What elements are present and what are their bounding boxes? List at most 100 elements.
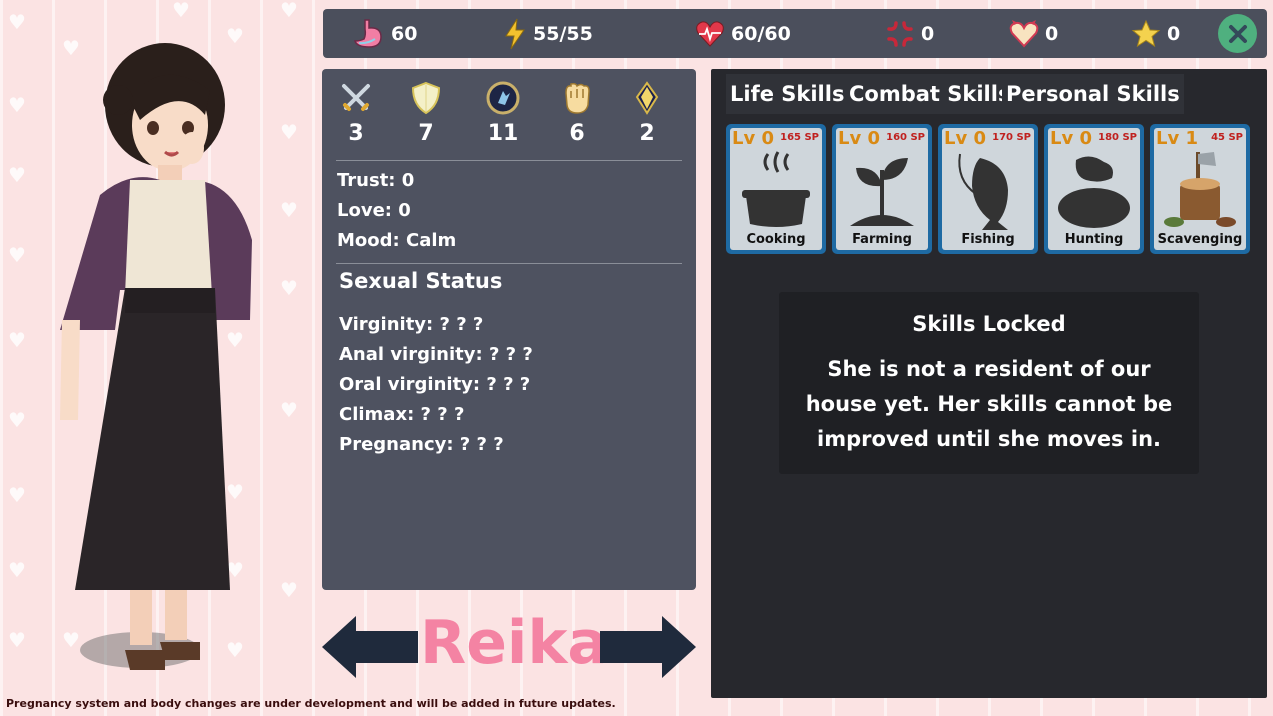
skill-cost: 165 SP <box>780 132 819 143</box>
skills-locked-notice: Skills Locked She is not a resident of o… <box>779 292 1199 474</box>
heart-icon: ♥ <box>8 163 26 187</box>
skill-level: Lv 0 <box>944 128 986 149</box>
health-heart-icon <box>696 20 724 47</box>
previous-character-button[interactable] <box>322 616 418 678</box>
agility-value: 11 <box>487 121 519 146</box>
skill-name: Cooking <box>746 232 806 247</box>
skill-level: Lv 0 <box>838 128 880 149</box>
favor-stat: 0 <box>1131 9 1180 58</box>
shield-icon <box>411 81 441 115</box>
development-notice: Pregnancy system and body changes are un… <box>6 697 616 710</box>
tab-combat-skills[interactable]: Combat Skills <box>845 74 1015 114</box>
heart-icon: ♥ <box>280 276 298 300</box>
magic-value: 2 <box>639 121 655 146</box>
favor-value: 0 <box>1167 22 1181 45</box>
energy-stat: 55/55 <box>503 9 593 58</box>
sexual-status-title: Sexual Status <box>339 269 503 293</box>
skill-level: Lv 0 <box>732 128 774 149</box>
star-icon <box>1131 19 1161 47</box>
heart-icon: ♥ <box>8 408 26 432</box>
heart-icon: ♥ <box>8 243 26 267</box>
rabbit-icon <box>1058 156 1130 228</box>
defense-value: 7 <box>418 121 434 146</box>
next-character-button[interactable] <box>600 616 696 678</box>
axe-stump-icon <box>1164 152 1236 227</box>
skill-name: Hunting <box>1064 232 1124 247</box>
fish-hook-icon <box>958 153 1008 230</box>
mood-label: Mood: Calm <box>337 230 457 251</box>
attack-value: 3 <box>348 121 364 146</box>
health-stat: 60/60 <box>695 9 791 58</box>
attribute-defense: 7 <box>401 81 451 146</box>
character-portrait <box>60 43 252 670</box>
crystal-icon <box>635 81 659 115</box>
character-info-panel: 3 7 11 6 2 Trust: 0 Love: 0 Mood: Calm S… <box>322 69 696 590</box>
skill-cost: 45 SP <box>1211 132 1243 143</box>
oral-virginity-label: Oral virginity: ? ? ? <box>339 374 531 395</box>
heart-icon: ♥ <box>280 198 298 222</box>
attribute-magic: 2 <box>622 81 672 146</box>
trust-label: Trust: 0 <box>337 170 415 191</box>
skill-name: Scavenging <box>1157 232 1243 247</box>
skill-cost: 170 SP <box>992 132 1031 143</box>
heart-icon: ♥ <box>8 328 26 352</box>
heart-icon: ♥ <box>8 558 26 582</box>
energy-value: 55/55 <box>533 22 593 45</box>
hunger-value: 60 <box>391 22 418 45</box>
attribute-attack: 3 <box>331 81 381 146</box>
attribute-agility: 11 <box>478 81 528 146</box>
attribute-strength: 6 <box>552 81 602 146</box>
character-name: Reika <box>420 608 608 678</box>
strength-value: 6 <box>569 121 585 146</box>
anal-virginity-label: Anal virginity: ? ? ? <box>339 344 533 365</box>
skills-locked-message: She is not a resident of our house yet. … <box>805 357 1173 451</box>
heart-icon: ♥ <box>280 120 298 144</box>
tab-life-skills[interactable]: Life Skills <box>726 74 849 114</box>
demon-heart-icon <box>1009 19 1039 47</box>
heart-icon: ♥ <box>280 0 298 22</box>
health-value: 60/60 <box>731 22 791 45</box>
lust-value: 0 <box>1045 22 1059 45</box>
close-button[interactable] <box>1218 14 1257 53</box>
energy-bolt-icon <box>505 18 525 49</box>
skills-locked-title: Skills Locked <box>912 312 1066 336</box>
fist-icon <box>565 83 590 114</box>
close-icon <box>1228 24 1247 43</box>
virginity-label: Virginity: ? ? ? <box>339 314 484 335</box>
status-bar: 60 55/55 60/60 0 0 0 <box>323 9 1267 58</box>
stomach-icon <box>353 18 382 48</box>
skill-name: Farming <box>852 232 912 247</box>
anger-value: 0 <box>921 22 935 45</box>
crossed-swords-icon <box>342 84 370 111</box>
sprout-icon <box>850 158 914 226</box>
divider <box>336 263 682 264</box>
skill-card-hunting[interactable]: Lv 0 180 SP Hunting <box>1044 124 1144 254</box>
divider <box>336 160 682 161</box>
heart-icon: ♥ <box>280 578 298 602</box>
heart-icon: ♥ <box>172 0 190 22</box>
anger-stat: 0 <box>885 9 934 58</box>
hunger-stat: 60 <box>351 9 417 58</box>
cooking-pot-icon <box>742 151 810 227</box>
skills-panel: Life Skills Combat Skills Personal Skill… <box>711 69 1267 698</box>
love-label: Love: 0 <box>337 200 411 221</box>
skill-cost: 160 SP <box>886 132 925 143</box>
lust-stat: 0 <box>1009 9 1058 58</box>
heart-icon: ♥ <box>8 93 26 117</box>
skill-cost: 180 SP <box>1098 132 1137 143</box>
anger-icon <box>887 20 913 47</box>
skill-level: Lv 0 <box>1050 128 1092 149</box>
tab-personal-skills[interactable]: Personal Skills <box>1002 74 1184 114</box>
heart-icon: ♥ <box>280 398 298 422</box>
heart-icon: ♥ <box>8 628 26 652</box>
agility-emblem-icon <box>486 81 520 115</box>
heart-icon: ♥ <box>8 483 26 507</box>
skill-card-scavenging[interactable]: Lv 1 45 SP Scavenging <box>1150 124 1250 254</box>
skill-name: Fishing <box>961 232 1015 247</box>
heart-icon: ♥ <box>8 10 26 34</box>
skill-card-fishing[interactable]: Lv 0 170 SP Fishing <box>938 124 1038 254</box>
skill-card-cooking[interactable]: Lv 0 165 SP Cooking <box>726 124 826 254</box>
pregnancy-label: Pregnancy: ? ? ? <box>339 434 504 455</box>
skill-level: Lv 1 <box>1156 128 1198 149</box>
skill-card-farming[interactable]: Lv 0 160 SP Farming <box>832 124 932 254</box>
